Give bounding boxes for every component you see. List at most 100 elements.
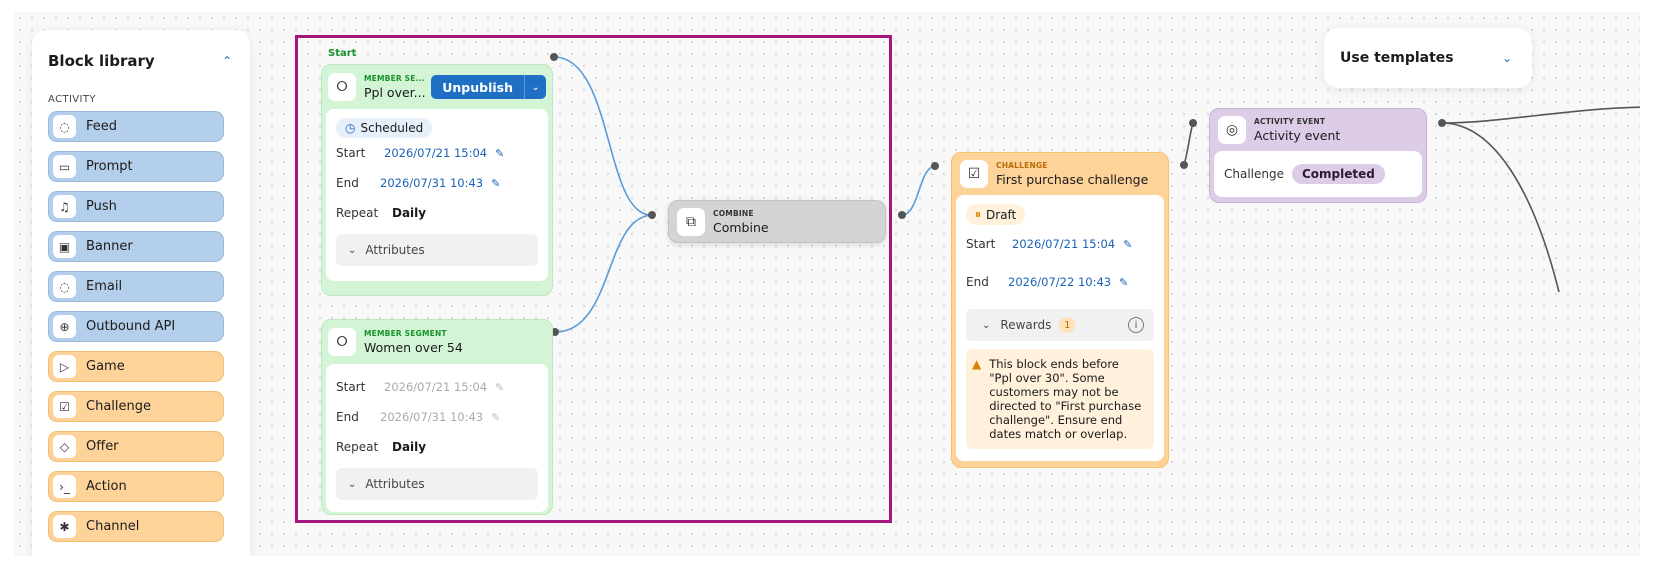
node-category: MEMBER SEGMENT bbox=[364, 329, 447, 338]
repeat-value: Daily bbox=[392, 440, 427, 454]
chat-bubble-icon: ◌ bbox=[53, 115, 76, 138]
play-icon: ▷ bbox=[53, 355, 76, 378]
chat-bubble-icon: ◌ bbox=[53, 275, 76, 298]
chevron-down-icon: ⌄ bbox=[348, 478, 357, 490]
message-square-icon: ▭ bbox=[53, 155, 76, 178]
output-port[interactable] bbox=[1180, 161, 1188, 169]
end-label: End bbox=[966, 275, 989, 289]
start-label: Start bbox=[966, 237, 996, 251]
end-label: End bbox=[336, 176, 359, 190]
info-icon[interactable]: i bbox=[1128, 317, 1144, 333]
challenge-node[interactable]: ☑ CHALLENGE First purchase challenge ⏸ Dr… bbox=[951, 152, 1169, 468]
node-category: COMBINE bbox=[713, 209, 754, 218]
member-segment-node-1[interactable]: ⭘ MEMBER SE... Ppl over... Unpublish ⌄ ◷… bbox=[321, 64, 553, 296]
warning-icon: ▲ bbox=[972, 357, 982, 371]
attributes-toggle[interactable]: ⌄ Attributes bbox=[336, 468, 538, 500]
library-item-label: Game bbox=[86, 359, 125, 374]
globe-icon: ⊕ bbox=[53, 315, 76, 338]
node-title: First purchase challenge bbox=[996, 172, 1149, 187]
library-item-feed[interactable]: ◌ Feed bbox=[48, 111, 224, 142]
member-segment-node-2[interactable]: ⭘ MEMBER SEGMENT Women over 54 Start 2026… bbox=[321, 319, 553, 515]
asterisk-icon: ✱ bbox=[53, 515, 76, 538]
use-templates-label: Use templates bbox=[1340, 50, 1454, 66]
start-date[interactable]: 2026/07/21 15:04 bbox=[384, 146, 487, 160]
library-item-label: Channel bbox=[86, 519, 140, 534]
field-value-chip: Completed bbox=[1292, 164, 1385, 184]
library-item-label: Prompt bbox=[86, 159, 133, 174]
node-title: Ppl over... bbox=[364, 85, 426, 100]
output-port[interactable] bbox=[1438, 119, 1446, 127]
chevron-down-icon[interactable]: ⌄ bbox=[524, 75, 546, 99]
end-date[interactable]: 2026/07/31 10:43 bbox=[380, 176, 483, 190]
block-library-title: Block library bbox=[48, 52, 155, 70]
checklist-icon: ☑ bbox=[53, 395, 76, 418]
checklist-icon: ☑ bbox=[960, 160, 988, 188]
rewards-toggle[interactable]: ⌄ Rewards 1 i bbox=[966, 309, 1154, 341]
library-item-action[interactable]: ›_ Action bbox=[48, 471, 224, 502]
status-text: Draft bbox=[986, 207, 1017, 222]
node-category: CHALLENGE bbox=[996, 161, 1048, 170]
chevron-up-icon[interactable]: ⌃ bbox=[222, 54, 232, 68]
end-date: 2026/07/31 10:43 bbox=[380, 410, 484, 424]
pencil-icon[interactable]: ✎ bbox=[1123, 238, 1132, 251]
combine-node[interactable]: ⧉ COMBINE Combine bbox=[668, 200, 886, 243]
start-date[interactable]: 2026/07/21 15:04 bbox=[1012, 237, 1115, 251]
library-item-outbound-api[interactable]: ⊕ Outbound API bbox=[48, 311, 224, 342]
canvas[interactable]: Block library ⌃ ACTIVITY ◌ Feed ▭ Prompt ♫ Pu… bbox=[14, 12, 1640, 556]
library-item-label: Action bbox=[86, 479, 127, 494]
library-item-push[interactable]: ♫ Push bbox=[48, 191, 224, 222]
user-icon: ⭘ bbox=[328, 328, 356, 356]
library-item-label: Banner bbox=[86, 239, 133, 254]
clock-icon: ◷ bbox=[345, 121, 356, 135]
status-badge: ⏸ Draft bbox=[966, 204, 1026, 225]
rewards-count-badge: 1 bbox=[1059, 317, 1076, 333]
library-item-channel[interactable]: ✱ Channel bbox=[48, 511, 224, 542]
output-port[interactable] bbox=[898, 211, 906, 219]
terminal-icon: ›_ bbox=[53, 475, 76, 498]
repeat-value: Daily bbox=[392, 206, 427, 220]
library-section-label: ACTIVITY bbox=[48, 94, 96, 105]
combine-icon: ⧉ bbox=[677, 208, 705, 236]
pencil-icon[interactable]: ✎ bbox=[1119, 276, 1128, 289]
block-library-panel: Block library ⌃ ACTIVITY ◌ Feed ▭ Prompt ♫ Pu… bbox=[32, 30, 250, 556]
node-title: Women over 54 bbox=[364, 340, 463, 355]
library-item-email[interactable]: ◌ Email bbox=[48, 271, 224, 302]
library-item-label: Push bbox=[86, 199, 117, 214]
library-item-offer[interactable]: ◇ Offer bbox=[48, 431, 224, 462]
publish-control: Unpublish ⌄ bbox=[431, 75, 546, 99]
unpublish-button[interactable]: Unpublish bbox=[431, 75, 524, 99]
pause-circle-icon: ⏸ bbox=[975, 207, 982, 221]
library-item-game[interactable]: ▷ Game bbox=[48, 351, 224, 382]
attributes-label: Attributes bbox=[365, 243, 425, 257]
library-item-label: Challenge bbox=[86, 399, 151, 414]
start-date: 2026/07/21 15:04 bbox=[384, 380, 488, 394]
bell-icon: ♫ bbox=[53, 195, 76, 218]
library-item-label: Offer bbox=[86, 439, 119, 454]
pencil-icon[interactable]: ✎ bbox=[491, 177, 500, 190]
input-port[interactable] bbox=[1189, 119, 1197, 127]
attributes-label: Attributes bbox=[365, 477, 425, 491]
node-title: Combine bbox=[713, 220, 769, 235]
use-templates-dropdown[interactable]: Use templates ⌄ bbox=[1324, 28, 1532, 88]
chevron-down-icon: ⌄ bbox=[982, 319, 991, 331]
start-label: Start bbox=[336, 146, 366, 160]
library-item-label: Feed bbox=[86, 119, 118, 134]
node-title: Activity event bbox=[1254, 128, 1341, 143]
rewards-label: Rewards bbox=[1000, 318, 1052, 332]
status-badge: ◷ Scheduled bbox=[336, 118, 433, 138]
activity-event-node[interactable]: ◎ ACTIVITY EVENT Activity event Challeng… bbox=[1209, 108, 1427, 203]
end-date[interactable]: 2026/07/22 10:43 bbox=[1008, 275, 1111, 289]
pencil-icon[interactable]: ✎ bbox=[495, 147, 504, 160]
input-port[interactable] bbox=[931, 162, 939, 170]
field-label: Challenge bbox=[1224, 167, 1284, 181]
library-item-banner[interactable]: ▣ Banner bbox=[48, 231, 224, 262]
library-item-challenge[interactable]: ☑ Challenge bbox=[48, 391, 224, 422]
warning-text: This block ends before "Ppl over 30". So… bbox=[989, 357, 1142, 441]
end-label: End bbox=[336, 410, 359, 424]
library-item-prompt[interactable]: ▭ Prompt bbox=[48, 151, 224, 182]
attributes-toggle[interactable]: ⌄ Attributes bbox=[336, 234, 538, 266]
tag-icon: ◇ bbox=[53, 435, 76, 458]
start-label: Start bbox=[336, 380, 366, 394]
library-item-label: Outbound API bbox=[86, 319, 176, 334]
repeat-label: Repeat bbox=[336, 440, 379, 454]
